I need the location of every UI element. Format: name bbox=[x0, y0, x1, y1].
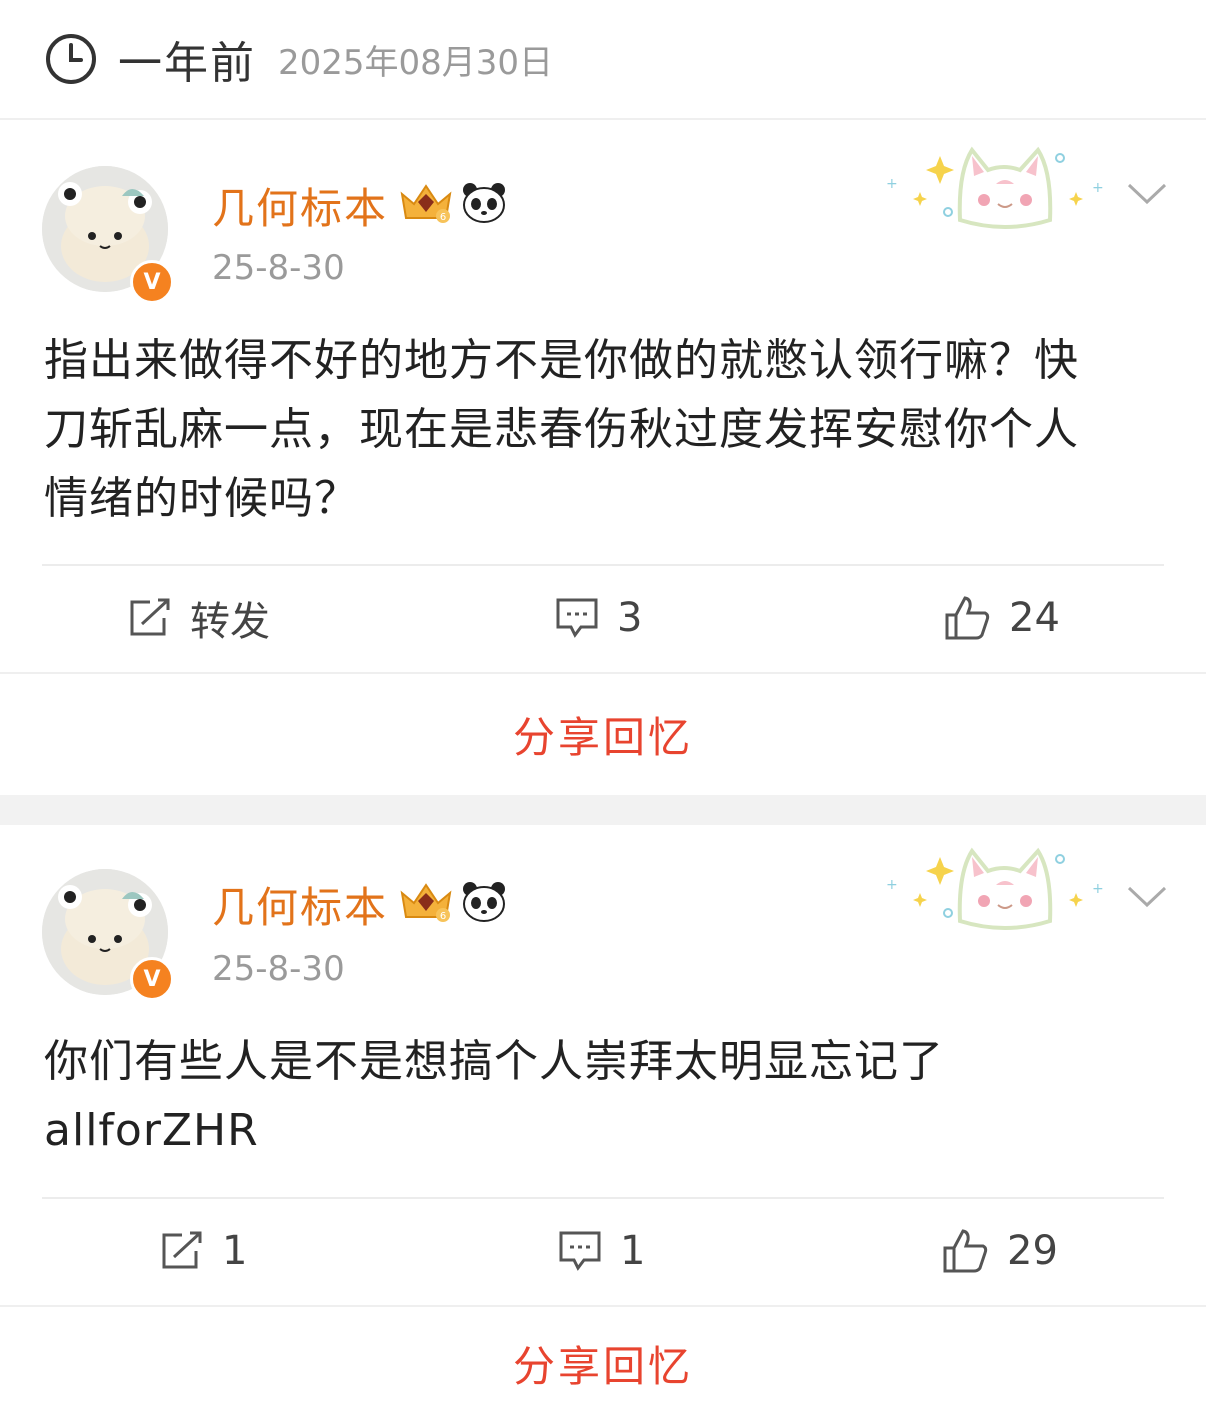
post-card: V 几何标本 6 25-8-30 + + bbox=[0, 825, 1206, 1421]
clock-icon bbox=[44, 32, 98, 86]
post-text-line: 指出来做得不好的地方不是你做的就憋认领行嘛？快 bbox=[44, 335, 1079, 386]
username[interactable]: 几何标本 bbox=[212, 188, 388, 230]
svg-text:+: + bbox=[886, 877, 898, 893]
like-count: 29 bbox=[1007, 1228, 1058, 1274]
repost-button[interactable]: 转发 bbox=[128, 568, 270, 668]
crown-icon: 6 bbox=[398, 879, 454, 929]
post-text-line: 情绪的时候吗？ bbox=[44, 473, 359, 524]
panda-icon bbox=[462, 182, 506, 228]
comment-icon bbox=[556, 598, 598, 638]
chevron-down-icon[interactable] bbox=[1126, 180, 1168, 212]
repost-count: 1 bbox=[222, 1228, 248, 1274]
memory-date: 2025年08月30日 bbox=[278, 42, 554, 83]
comment-count: 1 bbox=[620, 1228, 646, 1274]
post-time: 25-8-30 bbox=[212, 949, 345, 989]
post-text-line: allforZHR bbox=[44, 1105, 259, 1156]
divider bbox=[42, 564, 1164, 566]
svg-text:6: 6 bbox=[440, 911, 446, 922]
post-text: 你们有些人是不是想搞个人崇拜太明显忘记了 allforZHR bbox=[44, 1027, 1164, 1165]
repost-icon bbox=[130, 598, 170, 636]
cat-sticker-icon: + + bbox=[880, 843, 1110, 937]
post-time: 25-8-30 bbox=[212, 248, 345, 288]
panda-icon bbox=[462, 881, 506, 927]
like-button[interactable]: 29 bbox=[941, 1201, 1058, 1301]
comment-icon bbox=[559, 1231, 601, 1271]
post-text: 指出来做得不好的地方不是你做的就憋认领行嘛？快 刀斩乱麻一点，现在是悲春伤秋过度… bbox=[44, 326, 1164, 533]
action-bar: 1 1 29 bbox=[0, 1201, 1206, 1301]
username[interactable]: 几何标本 bbox=[212, 887, 388, 929]
section-gap bbox=[0, 795, 1206, 825]
post-card: V 几何标本 6 25-8-30 + + bbox=[0, 120, 1206, 795]
like-icon bbox=[943, 1229, 988, 1273]
repost-icon bbox=[162, 1231, 202, 1269]
svg-text:+: + bbox=[1092, 881, 1104, 897]
share-memory-button[interactable]: 分享回忆 bbox=[0, 1307, 1206, 1419]
comment-count: 3 bbox=[617, 595, 643, 641]
svg-text:+: + bbox=[1092, 180, 1104, 196]
relative-time: 一年前 bbox=[118, 38, 256, 89]
share-memory-button[interactable]: 分享回忆 bbox=[0, 674, 1206, 794]
post-text-line: 刀斩乱麻一点，现在是悲春伤秋过度发挥安慰你个人 bbox=[44, 404, 1079, 455]
action-bar: 转发 3 24 bbox=[0, 568, 1206, 668]
svg-text:+: + bbox=[886, 176, 898, 192]
crown-icon: 6 bbox=[398, 180, 454, 230]
repost-label: 转发 bbox=[190, 599, 270, 645]
svg-text:6: 6 bbox=[440, 212, 446, 223]
repost-button[interactable]: 1 bbox=[160, 1201, 247, 1301]
cat-sticker-icon: + + bbox=[880, 142, 1110, 236]
divider bbox=[42, 1197, 1164, 1199]
memory-header: 一年前 2025年08月30日 bbox=[0, 0, 1206, 120]
like-icon bbox=[945, 596, 990, 640]
chevron-down-icon[interactable] bbox=[1126, 883, 1168, 915]
post-text-line: 你们有些人是不是想搞个人崇拜太明显忘记了 bbox=[44, 1036, 944, 1087]
comment-button[interactable]: 3 bbox=[555, 568, 642, 668]
like-count: 24 bbox=[1009, 595, 1060, 641]
comment-button[interactable]: 1 bbox=[558, 1201, 645, 1301]
like-button[interactable]: 24 bbox=[943, 568, 1060, 668]
